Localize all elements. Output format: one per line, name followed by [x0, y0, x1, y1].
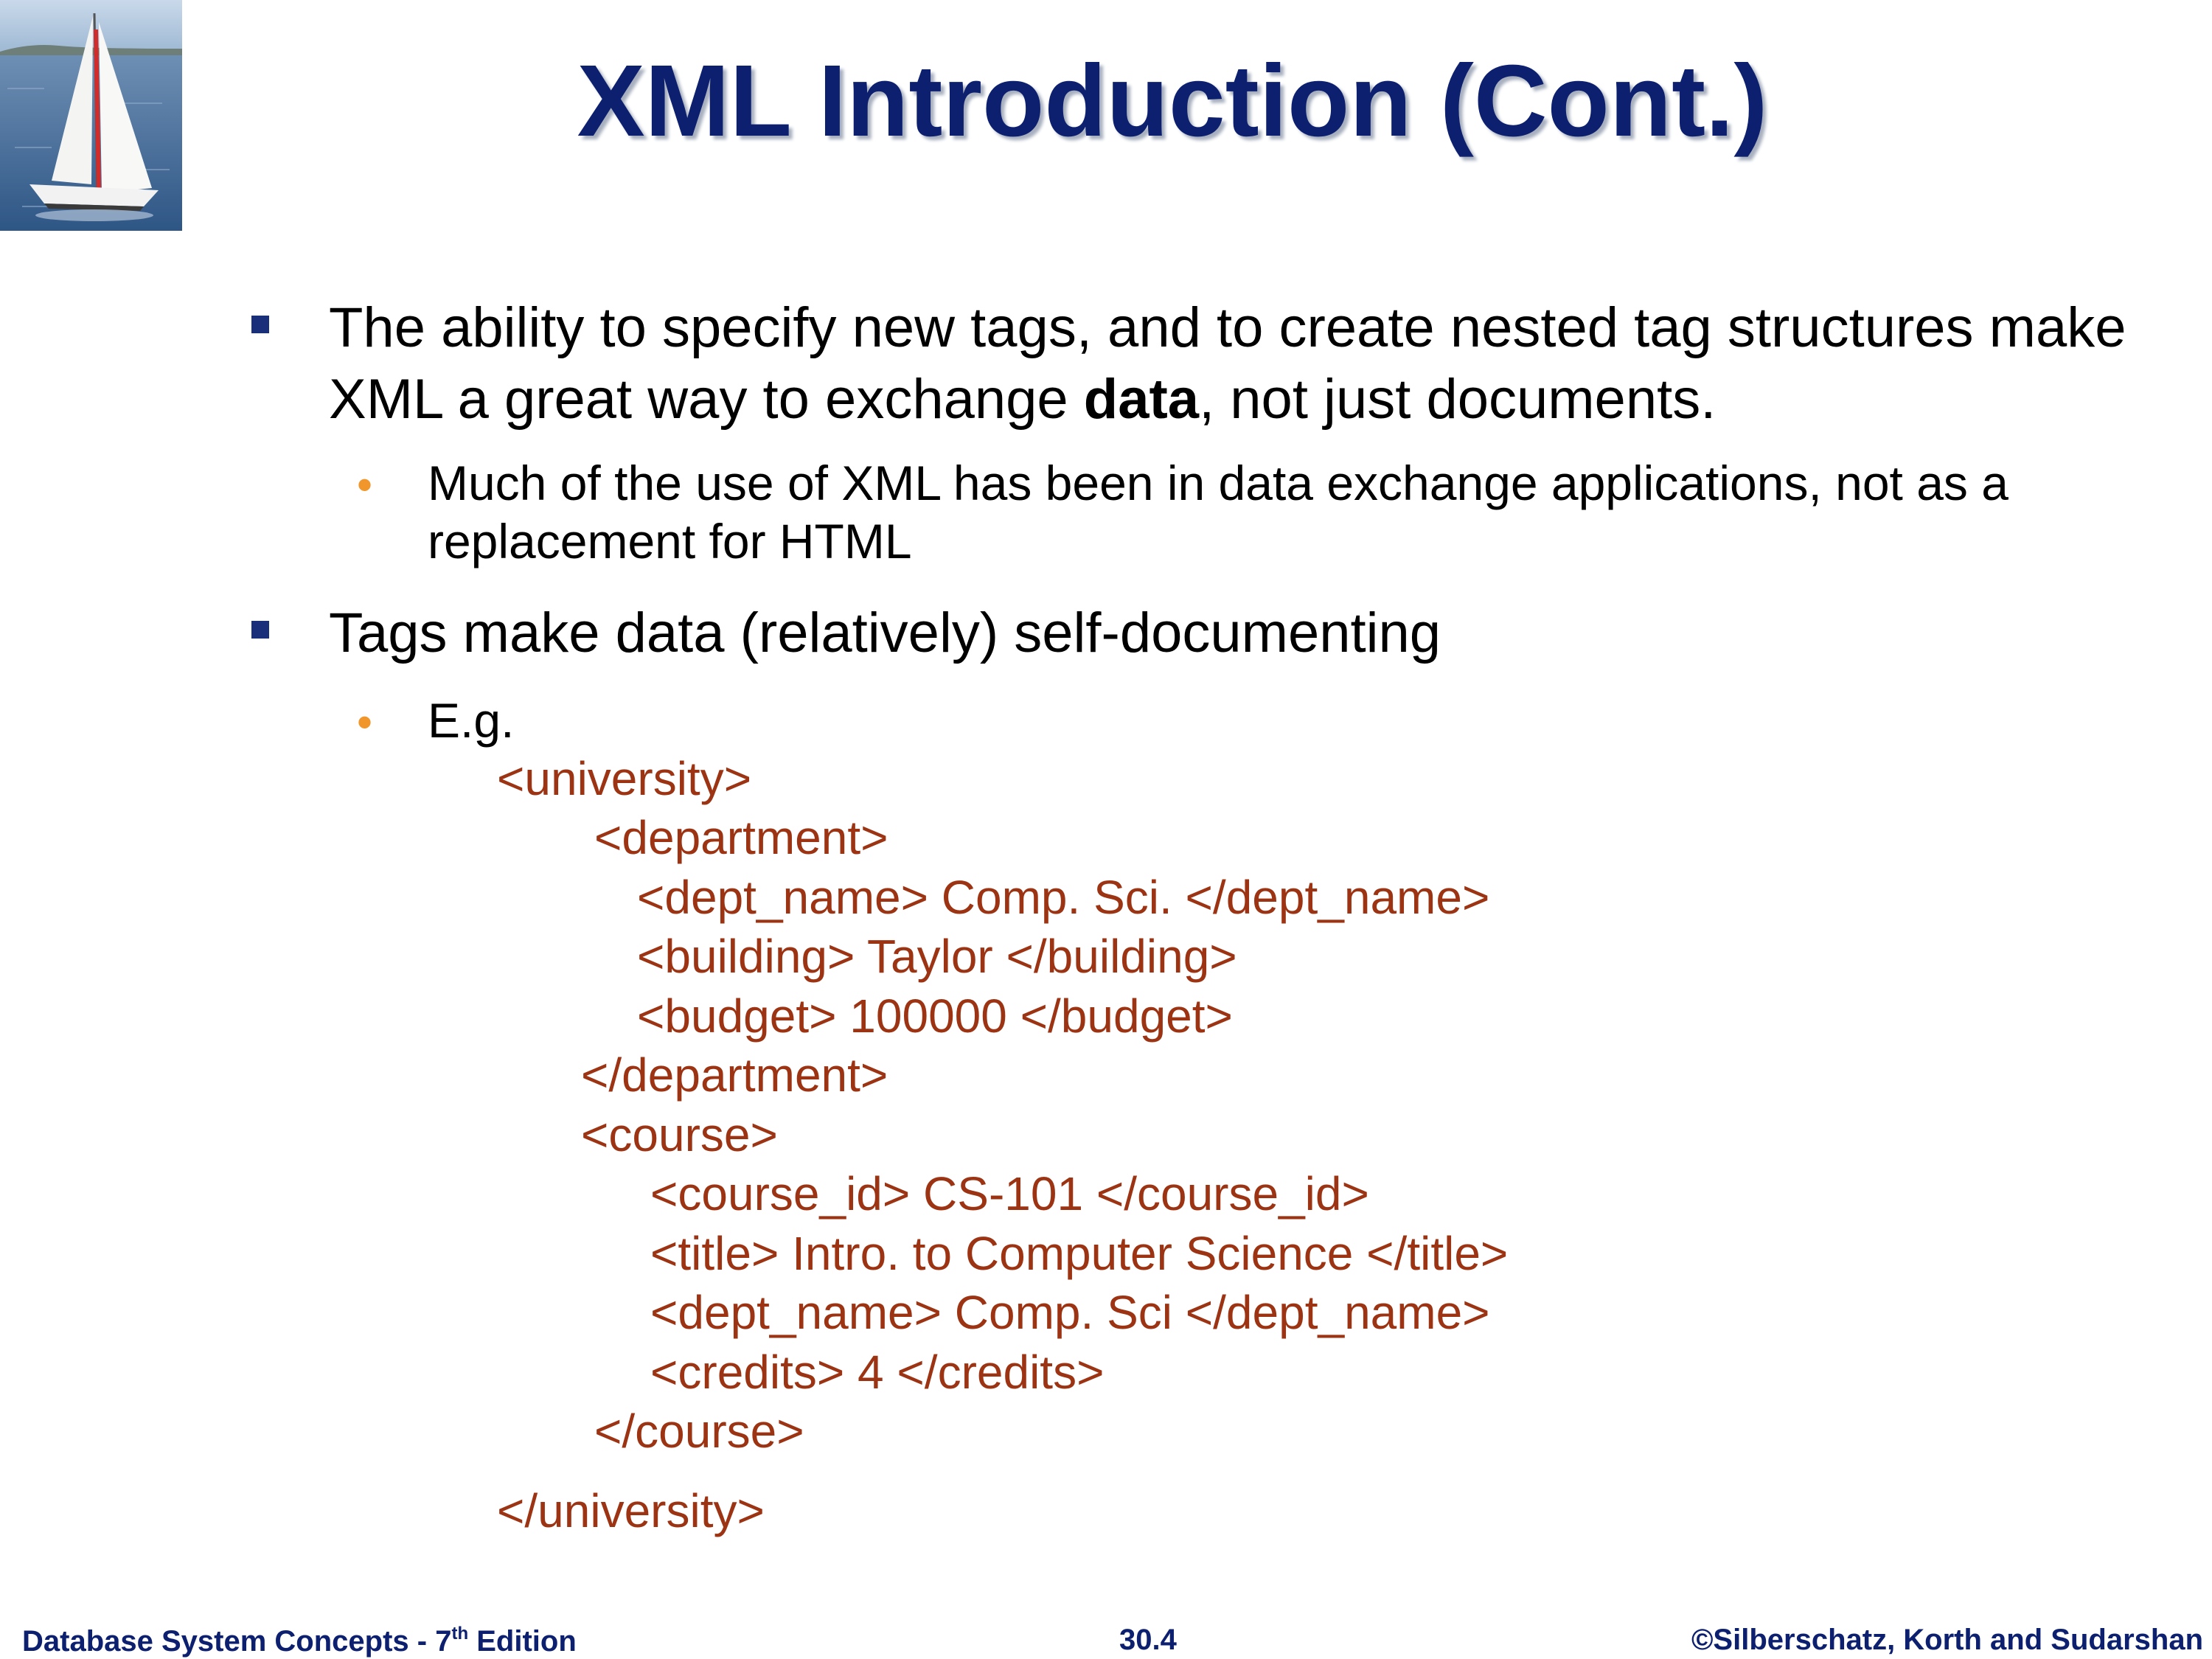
bullet-bold-text: data [1083, 368, 1200, 431]
xml-line: <university> [497, 752, 752, 805]
slide-title: XML Introduction (Cont.) [577, 44, 1768, 158]
xml-line: <credits> 4 </credits> [650, 1346, 1105, 1399]
xml-line: <dept_name> Comp. Sci. </dept_name> [637, 871, 1490, 924]
footer-page-number: 30.4 [1119, 1624, 1177, 1656]
xml-line: <title> Intro. to Computer Science </tit… [650, 1227, 1509, 1280]
xml-line: <course_id> CS-101 </course_id> [650, 1167, 1369, 1220]
footer-copyright: ©Silberschatz, Korth and Sudarshan [1691, 1624, 2203, 1656]
xml-line: </university> [497, 1484, 765, 1537]
footer-edition-label: Edition [468, 1625, 577, 1658]
xml-line: </course> [594, 1405, 804, 1458]
footer-book-title: Database System Concepts - 7 [22, 1625, 452, 1658]
xml-line: <building> Taylor </building> [637, 930, 1237, 983]
bullet-square-icon [251, 316, 269, 333]
sub-bullet-item: Much of the use of XML has been in data … [428, 456, 2008, 568]
bullet-item: Tags make data (relatively) self-documen… [329, 602, 1441, 664]
xml-line: <budget> 100000 </budget> [637, 990, 1233, 1043]
sub-bullet-dot-icon: • [357, 698, 373, 747]
xml-line: </department> [581, 1048, 888, 1102]
sub-bullet-item: E.g. [428, 693, 515, 748]
footer-left: Database System Concepts - 7th Edition [22, 1624, 577, 1658]
bullet-item: The ability to specify new tags, and to … [329, 292, 2157, 435]
xml-line: <dept_name> Comp. Sci </dept_name> [650, 1286, 1490, 1339]
bullet-square-icon [251, 621, 269, 639]
xml-line: <course> [581, 1108, 778, 1161]
bullet-text-end: , not just documents. [1199, 368, 1717, 431]
sub-bullet-dot-icon: • [357, 460, 373, 509]
xml-line: <department> [594, 811, 888, 864]
footer-edition-sup: th [451, 1624, 469, 1644]
